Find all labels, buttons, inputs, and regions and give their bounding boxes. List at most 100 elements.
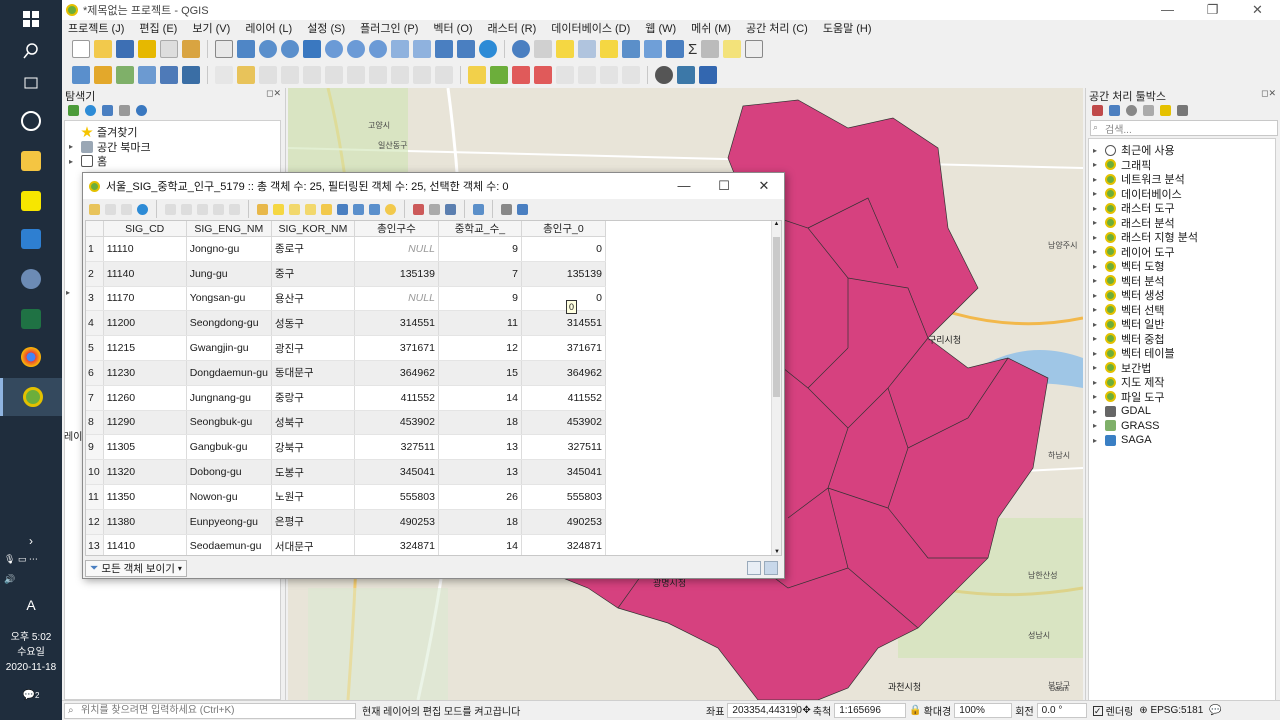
expand-arrow-icon[interactable]: ▸ (69, 157, 81, 166)
field-calculator-icon[interactable] (644, 40, 662, 58)
notification-button[interactable]: 💬2 (0, 688, 62, 703)
toolbox-item[interactable]: ▸ 벡터 중첩 (1093, 332, 1275, 347)
browser-item-spatial-bookmarks[interactable]: ▸ 공간 북마크 (69, 140, 280, 155)
corner-header[interactable] (86, 221, 104, 237)
toolbox-item[interactable]: ▸ SAGA (1093, 433, 1275, 448)
table-row[interactable]: 7 11260 Jungnang-gu 중랑구 411552 14 411552 (86, 385, 606, 411)
menu-layer[interactable]: 레이어 (L) (245, 20, 292, 36)
attribute-grid[interactable]: SIG_CD SIG_ENG_NM SIG_KOR_NM 총인구수 중학교_수_… (85, 220, 782, 556)
vertex-tool-icon[interactable] (303, 66, 321, 84)
select-all-icon[interactable] (273, 203, 284, 215)
save-as-icon[interactable] (138, 40, 156, 58)
cell-population-0[interactable]: 135139 (521, 261, 606, 287)
change-label-icon[interactable] (600, 66, 618, 84)
table-view-icon[interactable] (764, 561, 778, 575)
scroll-down-icon[interactable]: ▼ (772, 549, 781, 555)
menu-view[interactable]: 보기 (V) (192, 20, 230, 36)
expand-arrow-icon[interactable]: ▸ (1093, 378, 1105, 387)
cell-school-count[interactable]: 15 (438, 360, 522, 386)
processing-toolbox-icon[interactable] (666, 40, 684, 58)
cell-school-count[interactable]: 14 (438, 534, 522, 555)
column-header[interactable]: 중학교_수_ (438, 221, 522, 237)
new-field-icon[interactable] (413, 203, 424, 215)
cell-sig-eng-nm[interactable]: Yongsan-gu (186, 286, 272, 312)
menu-help[interactable]: 도움말 (H) (823, 20, 872, 36)
row-header[interactable]: 8 (86, 410, 104, 436)
deselect-all-icon[interactable] (305, 203, 316, 215)
cell-population-0[interactable]: 364962 (521, 360, 606, 386)
column-header[interactable]: SIG_CD (103, 221, 187, 237)
move-label-icon[interactable] (556, 66, 574, 84)
map-tips-icon[interactable] (723, 40, 742, 58)
menu-project[interactable]: 프로젝트 (J) (68, 20, 124, 36)
expand-arrow-icon[interactable]: ▸ (1093, 189, 1105, 198)
add-delimited-icon[interactable] (160, 66, 178, 84)
zoom-next-icon[interactable] (413, 40, 431, 58)
cell-population-0[interactable]: 0 (521, 236, 606, 262)
column-header[interactable]: SIG_KOR_NM (271, 221, 355, 237)
select-value-icon[interactable] (578, 40, 596, 58)
locator-search-input[interactable]: ⌕ 위치를 찾으려면 입력하세요 (Ctrl+K) (64, 702, 356, 719)
open-project-icon[interactable] (94, 40, 112, 58)
dialog-maximize-button[interactable]: ☐ (704, 178, 744, 194)
cell-population-0[interactable]: 0 (521, 286, 606, 312)
cell-sig-eng-nm[interactable]: Nowon-gu (186, 484, 272, 510)
expand-arrow-icon[interactable]: ▸ (1093, 363, 1105, 372)
row-header[interactable]: 7 (86, 385, 104, 411)
row-header[interactable]: 4 (86, 310, 104, 337)
delete-feature-icon[interactable] (181, 203, 192, 215)
zoom-map-icon[interactable] (385, 203, 396, 215)
crs-button[interactable]: ⊕ EPSG:5181 (1139, 705, 1203, 716)
delete-selected-icon[interactable] (325, 66, 343, 84)
row-header[interactable]: 13 (86, 534, 104, 555)
add-wms-icon[interactable] (182, 66, 200, 84)
new-project-icon[interactable] (72, 40, 90, 58)
refresh-icon[interactable] (479, 40, 497, 58)
conditional-formatting-icon[interactable] (473, 203, 484, 215)
cell-population[interactable]: 411552 (354, 385, 439, 411)
cell-sig-eng-nm[interactable]: Seodaemun-gu (186, 534, 272, 555)
toolbox-item[interactable]: ▸ 벡터 일반 (1093, 317, 1275, 332)
results-icon[interactable] (1143, 104, 1154, 116)
row-header[interactable]: 11 (86, 484, 104, 510)
toolbox-item[interactable]: ▸ 그래픽 (1093, 158, 1275, 173)
row-header[interactable]: 2 (86, 261, 104, 287)
table-row[interactable]: 10 11320 Dobong-gu 도봉구 345041 13 345041 (86, 459, 606, 485)
menu-vector[interactable]: 벡터 (O) (433, 20, 472, 36)
cell-population-0[interactable]: 371671 (521, 335, 606, 361)
cut-features-icon[interactable] (347, 66, 365, 84)
expand-arrow-icon[interactable]: ▸ (66, 288, 70, 297)
tray-icons[interactable]: 🎙 ▭ ⋯ (4, 554, 38, 565)
task-view-button[interactable] (0, 64, 62, 102)
cell-sig-kor-nm[interactable]: 노원구 (271, 484, 355, 510)
clock-time[interactable]: 오후 5:02 (0, 630, 62, 645)
taskbar-app-5[interactable] (0, 260, 62, 298)
vertical-scrollbar[interactable]: ▲ ▼ (771, 221, 781, 555)
zoom-native-icon[interactable] (369, 40, 387, 58)
dialog-minimize-button[interactable]: — (664, 178, 704, 194)
redo-icon[interactable] (435, 66, 453, 84)
form-view-icon[interactable] (747, 561, 761, 575)
taskbar-chrome[interactable] (0, 338, 62, 376)
row-header[interactable]: 9 (86, 434, 104, 461)
browser-item-home[interactable]: ▸ 홈 (69, 154, 280, 169)
messages-icon[interactable]: 💬 (1209, 705, 1221, 716)
table-row[interactable]: 6 11230 Dongdaemun-gu 동대문구 364962 15 364962 (86, 360, 606, 386)
invert-selection-icon[interactable] (289, 203, 300, 215)
cell-sig-eng-nm[interactable]: Seongbuk-gu (186, 410, 272, 436)
cell-sig-eng-nm[interactable]: Dongdaemun-gu (186, 360, 272, 386)
cell-population[interactable]: 324871 (354, 534, 439, 555)
identify-icon[interactable] (512, 40, 530, 58)
toolbox-item[interactable]: ▸ 래스터 도구 (1093, 201, 1275, 216)
add-selected-layers-icon[interactable] (68, 104, 79, 116)
layout-manager-icon[interactable] (182, 40, 200, 58)
table-row[interactable]: 12 11380 Eunpyeong-gu 은평구 490253 18 490253 (86, 509, 606, 535)
cell-sig-kor-nm[interactable]: 광진구 (271, 335, 355, 361)
show-all-features-button[interactable]: ⏷ 모든 객체 보이기 ▾ (85, 559, 187, 577)
add-vector-icon[interactable] (116, 66, 134, 84)
table-row[interactable]: 2 11140 Jung-gu 중구 135139 7 135139 (86, 261, 606, 287)
add-feature-icon[interactable] (281, 66, 299, 84)
cell-sig-kor-nm[interactable]: 동대문구 (271, 360, 355, 386)
menu-web[interactable]: 웹 (W) (645, 20, 676, 36)
browser-item-favorites[interactable]: 즐겨찾기 (69, 125, 280, 140)
